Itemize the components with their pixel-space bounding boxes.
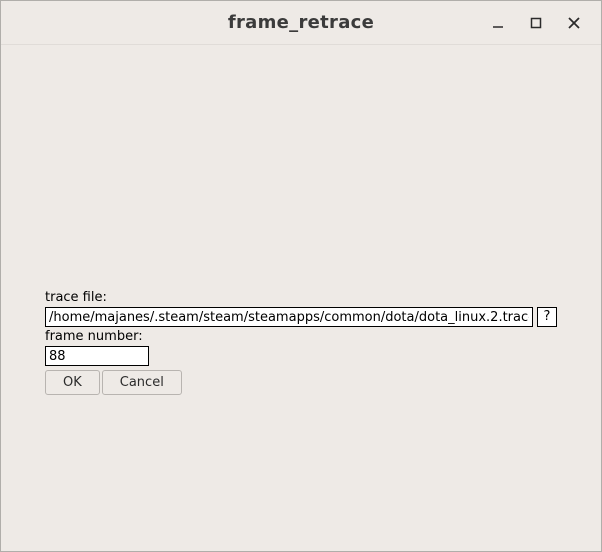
ok-button[interactable]: OK <box>45 370 100 395</box>
window-title: frame_retrace <box>113 12 489 33</box>
minimize-icon <box>491 16 505 30</box>
close-icon <box>567 16 581 30</box>
open-trace-form: trace file: ? frame number: OK Cancel <box>45 290 557 395</box>
trace-file-input[interactable] <box>45 307 533 327</box>
button-row: OK Cancel <box>45 370 557 395</box>
maximize-button[interactable] <box>527 14 545 32</box>
close-button[interactable] <box>565 14 583 32</box>
cancel-button[interactable]: Cancel <box>102 370 182 395</box>
browse-button[interactable]: ? <box>537 307 557 327</box>
trace-file-row: ? <box>45 307 557 327</box>
window-frame: frame_retrace trace file: <box>0 0 602 552</box>
trace-file-label: trace file: <box>45 290 557 305</box>
minimize-button[interactable] <box>489 14 507 32</box>
titlebar: frame_retrace <box>1 1 601 45</box>
content-area: trace file: ? frame number: OK Cancel <box>1 45 601 551</box>
titlebar-controls <box>489 14 583 32</box>
frame-number-input[interactable] <box>45 346 149 366</box>
frame-number-label: frame number: <box>45 329 557 344</box>
maximize-icon <box>529 16 543 30</box>
